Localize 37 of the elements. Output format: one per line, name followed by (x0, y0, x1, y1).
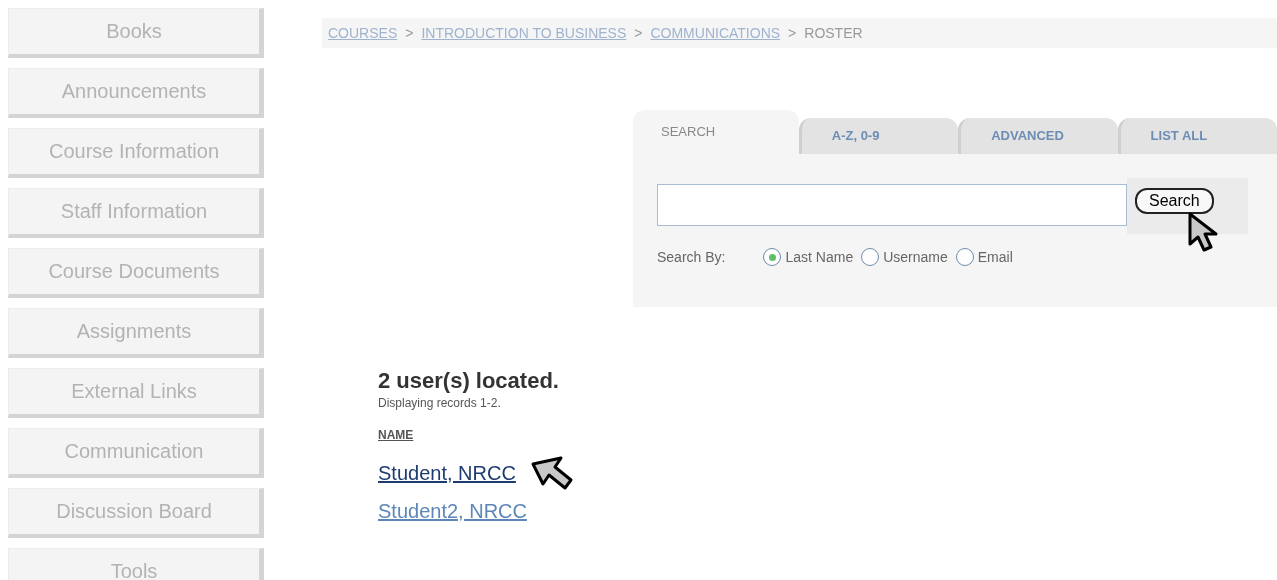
tab[interactable]: A-Z, 0-9 (798, 118, 959, 154)
radio-button[interactable] (955, 248, 974, 266)
breadcrumb-link[interactable]: COURSES (328, 25, 398, 41)
tab[interactable]: SEARCH (633, 110, 799, 154)
sidebar-item[interactable]: Discussion Board (8, 488, 264, 538)
radio-label[interactable]: Last Name (785, 249, 854, 265)
breadcrumb-separator: > (788, 25, 797, 41)
sidebar-item[interactable]: Books (8, 8, 264, 58)
cursor-icon (529, 455, 574, 491)
sidebar-item[interactable]: Assignments (8, 308, 264, 358)
sidebar-item[interactable]: Course Information (8, 128, 264, 178)
sidebar-item[interactable]: Announcements (8, 68, 264, 118)
tab[interactable]: ADVANCED (958, 118, 1118, 154)
sidebar-item[interactable]: Staff Information (8, 188, 264, 238)
cursor-icon (1187, 212, 1219, 252)
results-count: Displaying records 1-2. (378, 396, 502, 410)
breadcrumb-separator: > (405, 25, 414, 41)
search-field[interactable] (657, 184, 1127, 226)
radio-button[interactable] (861, 248, 880, 266)
sidebar-item[interactable]: External Links (8, 368, 264, 418)
tab[interactable]: LIST ALL (1117, 118, 1277, 154)
radio-label[interactable]: Username (883, 249, 948, 265)
sidebar-item[interactable]: Tools (8, 548, 264, 580)
search-button[interactable]: Search (1135, 188, 1214, 214)
user-link[interactable]: Student2, NRCC (378, 499, 527, 523)
user-link[interactable]: Student, NRCC (378, 461, 516, 485)
breadcrumb-link[interactable]: COMMUNICATIONS (650, 25, 781, 41)
radio-button[interactable] (763, 248, 782, 266)
sidebar-item[interactable]: Course Documents (8, 248, 264, 298)
breadcrumb-current: ROSTER (804, 25, 863, 41)
breadcrumb-separator: > (634, 25, 643, 41)
results-heading: 2 user(s) located. (378, 368, 560, 394)
sidebar-item[interactable]: Communication (8, 428, 264, 478)
search-by-label: Search By: (657, 249, 726, 265)
radio-label[interactable]: Email (977, 249, 1013, 265)
column-header[interactable]: NAME (378, 428, 414, 442)
breadcrumb-link[interactable]: INTRODUCTION TO BUSINESS (421, 25, 627, 41)
